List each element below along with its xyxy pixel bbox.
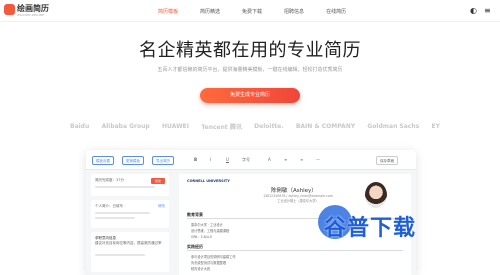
- link-tool[interactable]: ∞: [300, 157, 303, 162]
- resume-info-line: 15812345678 | ashley_chen@example.com: [263, 194, 333, 198]
- divider-tool[interactable]: —: [316, 157, 320, 162]
- export-button[interactable]: 导出简历: [152, 156, 174, 165]
- placeholder-line: [95, 212, 150, 214]
- site-watermark: 谷普下载: [318, 202, 446, 242]
- main-nav: 简历模板 简历精选 免费下载 招聘信息 在线简历: [150, 0, 354, 22]
- nav-item-jobs[interactable]: 招聘信息: [276, 5, 312, 18]
- nav-item-featured[interactable]: 简历精选: [192, 5, 228, 18]
- section-panel: 求职意向信息 建议补充目标岗位等内容，提高简历通过率: [91, 232, 169, 272]
- font-size-select[interactable]: 字号: [242, 157, 250, 163]
- logo-subtext: ZHAOPIN RESUME: [17, 13, 45, 17]
- nav-item-download[interactable]: 免费下载: [234, 5, 270, 18]
- change-template-button[interactable]: 更换模板: [122, 156, 144, 165]
- section-text: 建议补充目标岗位等内容，提高简历通过率: [95, 241, 162, 245]
- experience-line[interactable]: 负责原型测试与数据整理: [191, 260, 226, 265]
- create-resume-button[interactable]: 免费生成专业简历: [200, 88, 300, 103]
- user-icon[interactable]: ◐: [470, 6, 477, 15]
- tip-panel: 个人简介：已填写 修改: [91, 200, 169, 228]
- brand-logos: Baidu Alibaba Group HUAWEI Tencent 腾讯 De…: [70, 117, 440, 135]
- divider: [187, 250, 403, 251]
- menu-icon[interactable]: ≡: [484, 6, 491, 15]
- score-panel: 简历完成度：37分 优化: [91, 174, 169, 196]
- watermark-text: 谷普下载: [324, 216, 417, 241]
- hero-title: 名企精英都在用的专业简历: [139, 40, 361, 61]
- edit-link[interactable]: 修改: [158, 204, 165, 209]
- resume-name[interactable]: 陈俐敏（Ashley）: [271, 186, 317, 194]
- optimize-button[interactable]: 优化: [151, 178, 165, 184]
- brand-logo: EY: [431, 122, 440, 130]
- placeholder-line: [95, 254, 145, 256]
- template-settings-button[interactable]: 模板设置: [92, 156, 114, 165]
- logo-icon: [4, 4, 15, 15]
- underline-tool[interactable]: U: [226, 157, 229, 162]
- education-line[interactable]: GPA：3.8/4.0: [191, 234, 212, 239]
- save-draft-button[interactable]: 保存草稿: [376, 156, 398, 165]
- brand-logo: Baidu: [70, 122, 90, 130]
- experience-line[interactable]: 校内设计大赛: [191, 266, 210, 271]
- placeholder-line: [95, 217, 135, 219]
- education-line[interactable]: 设计思维、工程与建模课程: [191, 228, 229, 233]
- italic-tool[interactable]: I: [210, 157, 211, 162]
- brand-logo: HUAWEI: [161, 122, 190, 130]
- nav-item-online[interactable]: 在线简历: [318, 5, 354, 18]
- brand-logo: BAIN & COMPANY: [295, 122, 356, 130]
- editor-sidebar: 简历完成度：37分 优化 个人简介：已填写 修改 求职意向信息 建议补充目标岗位…: [91, 174, 169, 274]
- experience-line[interactable]: 参与设计项目的调研与建模工作: [191, 254, 236, 259]
- progress-track: [95, 186, 155, 188]
- tip-text: 个人简介：已填写: [95, 204, 123, 208]
- align-tool[interactable]: ≡: [284, 157, 287, 162]
- nav-item-templates[interactable]: 简历模板: [150, 5, 186, 18]
- font-color-tool[interactable]: A: [268, 157, 271, 162]
- education-line[interactable]: 康奈尔大学 · 工业设计: [191, 222, 223, 227]
- bold-tool[interactable]: B: [194, 157, 197, 162]
- editor-toolbar: 模板设置 更换模板 导出简历 B I U 字号 A ≡ ∞ — 保存草稿: [86, 150, 416, 170]
- hero-subtitle: 五百人才都信赖的简历平台，提供海量精美模板，一键在线编辑，轻松打造优秀简历: [157, 67, 343, 73]
- university-logo: CORNELL UNIVERSITY: [187, 179, 230, 183]
- brand-logo: Goldman Sachs: [367, 122, 420, 130]
- brand-logo: Alibaba Group: [101, 122, 150, 130]
- logo[interactable]: 绘画简历 ZHAOPIN RESUME: [4, 3, 49, 19]
- brand-logo: Tencent 腾讯: [201, 123, 242, 131]
- brand-logo: Deloitte.: [254, 122, 284, 130]
- top-bar: 绘画简历 ZHAOPIN RESUME 简历模板 简历精选 免费下载 招聘信息 …: [0, 0, 500, 22]
